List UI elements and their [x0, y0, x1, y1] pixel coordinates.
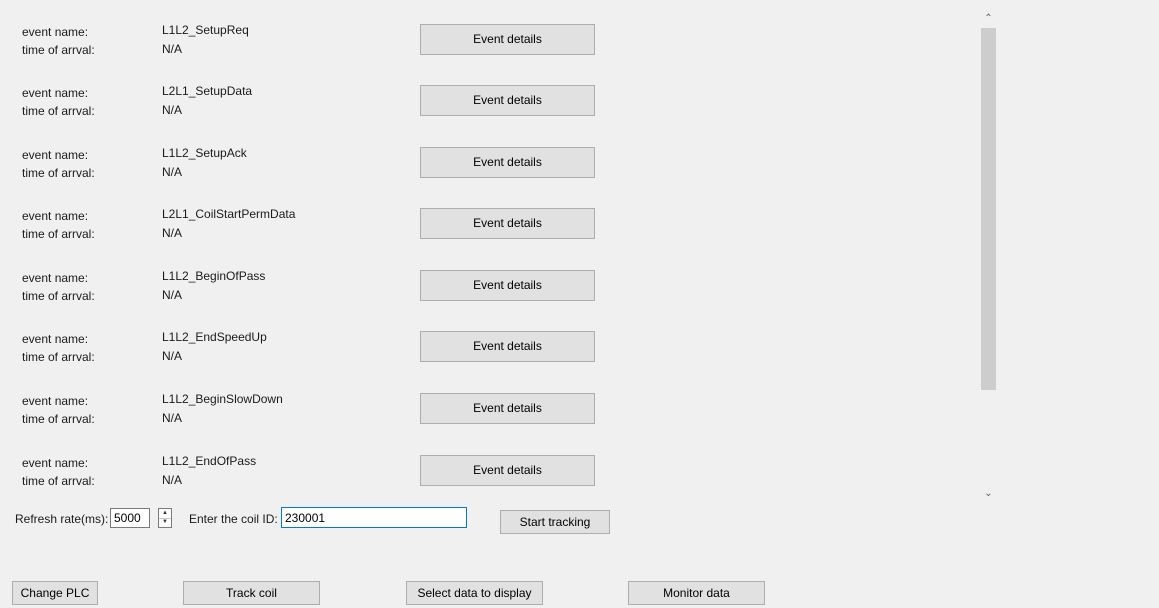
time-of-arrival-value: N/A — [162, 349, 183, 363]
time-of-arrival-label: time of arrval: — [22, 166, 95, 180]
event-details-button[interactable]: Event details — [420, 331, 595, 362]
event-name-value: L2L1_SetupData — [162, 84, 253, 98]
coil-id-label: Enter the coil ID: — [189, 512, 278, 526]
chevron-down-icon[interactable]: ⌄ — [980, 485, 997, 502]
event-list-scrollbar[interactable]: ⌃ ⌄ — [980, 10, 997, 499]
event-row: event name: time of arrval: L1L2_EndOfPa… — [10, 441, 980, 488]
event-name-label: event name: — [22, 394, 89, 408]
time-of-arrival-value: N/A — [162, 226, 183, 240]
time-of-arrival-value: N/A — [162, 288, 183, 302]
event-name-label: event name: — [22, 271, 89, 285]
event-row: event name: time of arrval: L1L2_BeginSl… — [10, 379, 980, 426]
time-of-arrival-label: time of arrval: — [22, 227, 95, 241]
event-details-button[interactable]: Event details — [420, 270, 595, 301]
event-details-button[interactable]: Event details — [420, 208, 595, 239]
event-row: event name: time of arrval: L1L2_SetupAc… — [10, 133, 980, 180]
time-of-arrival-value: N/A — [162, 165, 183, 179]
time-of-arrival-label: time of arrval: — [22, 104, 95, 118]
scrollbar-thumb[interactable] — [981, 28, 996, 390]
event-name-value: L1L2_SetupReq — [162, 23, 249, 37]
event-row: event name: time of arrval: L1L2_BeginOf… — [10, 256, 980, 303]
triangle-down-icon[interactable]: ▼ — [159, 518, 171, 527]
event-name-label: event name: — [22, 86, 89, 100]
select-data-button[interactable]: Select data to display — [406, 581, 543, 605]
track-coil-button[interactable]: Track coil — [183, 581, 320, 605]
time-of-arrival-value: N/A — [162, 411, 183, 425]
monitor-data-button[interactable]: Monitor data — [628, 581, 765, 605]
event-list: event name: time of arrval: L1L2_SetupRe… — [10, 10, 980, 492]
chevron-up-icon[interactable]: ⌃ — [980, 10, 997, 27]
event-name-label: event name: — [22, 148, 89, 162]
event-name-value: L1L2_SetupAck — [162, 146, 247, 160]
refresh-rate-stepper[interactable]: ▲ ▼ — [158, 508, 172, 528]
time-of-arrival-value: N/A — [162, 103, 183, 117]
event-details-button[interactable]: Event details — [420, 455, 595, 486]
event-details-button[interactable]: Event details — [420, 393, 595, 424]
event-name-label: event name: — [22, 456, 89, 470]
event-name-value: L1L2_BeginOfPass — [162, 269, 266, 283]
main-panel: event name: time of arrval: L1L2_SetupRe… — [0, 0, 1159, 608]
event-row: event name: time of arrval: L2L1_CoilSta… — [10, 194, 980, 241]
event-details-button[interactable]: Event details — [420, 24, 595, 55]
event-name-label: event name: — [22, 332, 89, 346]
refresh-rate-label: Refresh rate(ms): — [15, 512, 109, 526]
time-of-arrival-value: N/A — [162, 473, 183, 487]
event-row: event name: time of arrval: L2L1_SetupDa… — [10, 71, 980, 118]
event-row: event name: time of arrval: L1L2_EndSpee… — [10, 317, 980, 364]
coil-id-input[interactable] — [281, 507, 467, 528]
event-name-label: event name: — [22, 25, 89, 39]
start-tracking-button[interactable]: Start tracking — [500, 510, 610, 534]
event-details-button[interactable]: Event details — [420, 147, 595, 178]
event-row: event name: time of arrval: L1L2_SetupRe… — [10, 10, 980, 57]
event-name-value: L1L2_EndOfPass — [162, 454, 257, 468]
time-of-arrival-label: time of arrval: — [22, 350, 95, 364]
change-plc-button[interactable]: Change PLC — [12, 581, 98, 605]
event-details-button[interactable]: Event details — [420, 85, 595, 116]
event-name-value: L1L2_BeginSlowDown — [162, 392, 283, 406]
time-of-arrival-label: time of arrval: — [22, 43, 95, 57]
event-name-value: L2L1_CoilStartPermData — [162, 207, 296, 221]
time-of-arrival-label: time of arrval: — [22, 474, 95, 488]
time-of-arrival-label: time of arrval: — [22, 289, 95, 303]
event-name-label: event name: — [22, 209, 89, 223]
event-name-value: L1L2_EndSpeedUp — [162, 330, 267, 344]
time-of-arrival-value: N/A — [162, 42, 183, 56]
time-of-arrival-label: time of arrval: — [22, 412, 95, 426]
refresh-rate-input[interactable] — [110, 508, 150, 528]
